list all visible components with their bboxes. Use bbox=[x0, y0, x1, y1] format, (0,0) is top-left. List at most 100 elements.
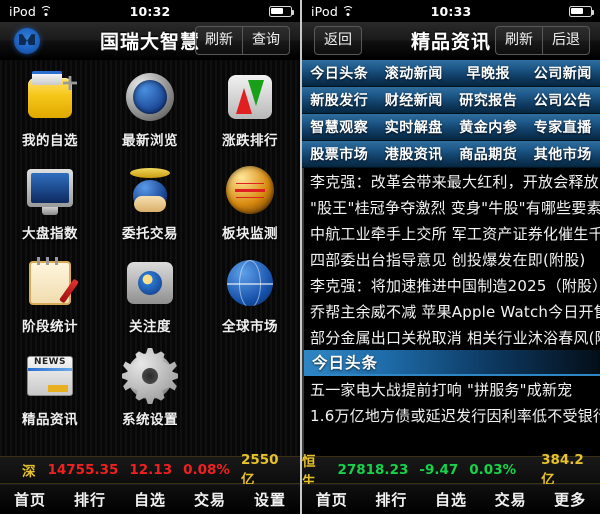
status-bar-time: 10:33 bbox=[430, 3, 472, 19]
globe-icon bbox=[224, 257, 276, 309]
category-row: 新股发行 财经新闻 研究报告 公司公告 bbox=[302, 87, 600, 114]
bottom-tab-bar: 首页 排行 自选 交易 更多 bbox=[302, 484, 600, 514]
news-icon-text: NEWS bbox=[33, 357, 67, 367]
news-list-item[interactable]: 乔帮主余威不减 苹果Apple Watch今日开售 bbox=[304, 298, 600, 324]
handshake-icon bbox=[124, 164, 176, 216]
back-button[interactable]: 返回 bbox=[314, 26, 362, 55]
ticker-amount-value: 384.2亿 bbox=[541, 452, 584, 488]
news-list-item[interactable]: "股王"桂冠争夺激烈 变身"牛股"有哪些要素？ bbox=[304, 194, 600, 220]
grid-item-label: 大盘指数 bbox=[22, 226, 78, 242]
grid-item-label: 全球市场 bbox=[222, 319, 278, 335]
status-bar-time: 10:32 bbox=[129, 3, 171, 19]
grid-item-empty bbox=[200, 345, 300, 438]
ticker-market-label: 深 bbox=[22, 464, 36, 480]
bottom-tab-bar: 首页 排行 自选 交易 设置 bbox=[0, 484, 300, 514]
grid-item-label: 系统设置 bbox=[122, 412, 178, 428]
grid-item-trading[interactable]: 委托交易 bbox=[100, 159, 200, 252]
grid-item-my-watchlist[interactable]: 我的自选 bbox=[0, 66, 100, 159]
grid-item-label: 我的自选 bbox=[22, 133, 78, 149]
tab-trade[interactable]: 交易 bbox=[180, 485, 240, 514]
refresh-button[interactable]: 刷新 bbox=[495, 26, 542, 55]
grid-item-label: 最新浏览 bbox=[122, 133, 178, 149]
category-company-news[interactable]: 公司新闻 bbox=[526, 60, 600, 86]
category-other-markets[interactable]: 其他市场 bbox=[526, 141, 600, 167]
tab-watchlist[interactable]: 自选 bbox=[421, 485, 481, 514]
category-today-headlines[interactable]: 今日头条 bbox=[302, 60, 377, 86]
news-section-header: 今日头条 bbox=[304, 350, 600, 376]
ticker-index-value: 14755.35 bbox=[47, 462, 119, 478]
tab-home[interactable]: 首页 bbox=[0, 485, 60, 514]
ticker-percent-value: 0.03% bbox=[469, 462, 517, 478]
category-hk-stock-news[interactable]: 港股资讯 bbox=[377, 141, 452, 167]
news-list-item[interactable]: 四部委出台指导意见 创投爆发在即(附股) bbox=[304, 246, 600, 272]
grid-item-attention[interactable]: 关注度 bbox=[100, 252, 200, 345]
category-company-announcement[interactable]: 公司公告 bbox=[526, 87, 600, 113]
status-bar: iPod 10:33 bbox=[302, 0, 600, 22]
grid-item-label: 委托交易 bbox=[122, 226, 178, 242]
news-list-item[interactable]: 部分金属出口关税取消 相关行业沐浴春风(附 bbox=[304, 324, 600, 350]
ticker-percent-value: 0.08% bbox=[183, 462, 230, 478]
grid-item-label: 板块监测 bbox=[222, 226, 278, 242]
up-down-arrow-icon bbox=[224, 71, 276, 123]
nav-button-group: 刷新 查询 bbox=[195, 26, 290, 55]
category-realtime-analysis[interactable]: 实时解盘 bbox=[377, 114, 452, 140]
nav-button-group: 刷新 后退 bbox=[495, 26, 590, 55]
news-list-item[interactable]: 中航工业牵手上交所 军工资产证券化催生千 bbox=[304, 220, 600, 246]
grid-item-premium-news[interactable]: NEWS 精品资讯 bbox=[0, 345, 100, 438]
query-button[interactable]: 查询 bbox=[242, 26, 290, 55]
index-ticker[interactable]: 深 14755.35 12.13 0.08% 2550亿 bbox=[0, 452, 300, 488]
category-gold-insider[interactable]: 黄金内参 bbox=[451, 114, 526, 140]
category-financial-news[interactable]: 财经新闻 bbox=[377, 87, 452, 113]
category-row: 今日头条 滚动新闻 早晚报 公司新闻 bbox=[302, 60, 600, 87]
tab-ranking[interactable]: 排行 bbox=[362, 485, 422, 514]
category-new-share-issue[interactable]: 新股发行 bbox=[302, 87, 377, 113]
grid-item-sector-monitor[interactable]: 板块监测 bbox=[200, 159, 300, 252]
app-grid: 我的自选 最新浏览 涨跌排行 大盘指数 委托交易 板块监测 阶段统计 关注度 全… bbox=[0, 60, 300, 438]
category-stock-market[interactable]: 股票市场 bbox=[302, 141, 377, 167]
notepad-pencil-icon bbox=[24, 257, 76, 309]
grid-item-label: 精品资讯 bbox=[22, 412, 78, 428]
app-grid-container: 我的自选 最新浏览 涨跌排行 大盘指数 委托交易 板块监测 阶段统计 关注度 全… bbox=[0, 60, 300, 456]
category-commodity-futures[interactable]: 商品期货 bbox=[451, 141, 526, 167]
tab-ranking[interactable]: 排行 bbox=[60, 485, 120, 514]
nav-bar: 返回 精品资讯 刷新 后退 bbox=[302, 22, 600, 60]
grid-item-settings[interactable]: 系统设置 bbox=[100, 345, 200, 438]
news-list-item[interactable]: 李克强：将加速推进中国制造2025（附股） bbox=[304, 272, 600, 298]
grid-item-market-index[interactable]: 大盘指数 bbox=[0, 159, 100, 252]
category-tab-grid: 今日头条 滚动新闻 早晚报 公司新闻 新股发行 财经新闻 研究报告 公司公告 智… bbox=[302, 60, 600, 168]
category-row: 智慧观察 实时解盘 黄金内参 专家直播 bbox=[302, 114, 600, 141]
battery-icon bbox=[269, 5, 295, 17]
category-morning-evening-paper[interactable]: 早晚报 bbox=[451, 60, 526, 86]
category-smart-observation[interactable]: 智慧观察 bbox=[302, 114, 377, 140]
news-list-item[interactable]: 五一家电大战提前打响 "拼服务"成新宠 bbox=[304, 376, 600, 402]
tab-more[interactable]: 更多 bbox=[540, 485, 600, 514]
grid-item-recent-browse[interactable]: 最新浏览 bbox=[100, 66, 200, 159]
back-nav-button[interactable]: 后退 bbox=[542, 26, 590, 55]
grid-item-gainers-losers[interactable]: 涨跌排行 bbox=[200, 66, 300, 159]
category-rolling-news[interactable]: 滚动新闻 bbox=[377, 60, 452, 86]
tab-watchlist[interactable]: 自选 bbox=[120, 485, 180, 514]
index-ticker[interactable]: 恒生 27818.23 -9.47 0.03% 384.2亿 bbox=[302, 452, 600, 490]
news-list-item[interactable]: 李克强：改革会带来最大红利，开放会释放 bbox=[304, 168, 600, 194]
compass-icon bbox=[124, 71, 176, 123]
battery-icon bbox=[569, 5, 595, 17]
status-bar: iPod 10:32 bbox=[0, 0, 300, 22]
tab-home[interactable]: 首页 bbox=[302, 485, 362, 514]
ticker-index-value: 27818.23 bbox=[337, 462, 409, 478]
news-list-item[interactable]: 1.6万亿地方债或延迟发行因利率低不受银行 bbox=[304, 402, 600, 428]
left-phone-screen: iPod 10:32 国瑞大智慧 刷新 查询 我的自选 最新浏览 涨跌排行 大盘… bbox=[0, 0, 300, 514]
category-expert-live[interactable]: 专家直播 bbox=[526, 114, 600, 140]
grid-item-global-market[interactable]: 全球市场 bbox=[200, 252, 300, 345]
grid-item-label: 关注度 bbox=[129, 319, 171, 335]
right-phone-screen: iPod 10:33 返回 精品资讯 刷新 后退 今日头条 滚动新闻 早晚报 公… bbox=[300, 0, 600, 514]
eye-icon bbox=[124, 257, 176, 309]
category-research-report[interactable]: 研究报告 bbox=[451, 87, 526, 113]
news-list[interactable]: 李克强：改革会带来最大红利，开放会释放 "股王"桂冠争夺激烈 变身"牛股"有哪些… bbox=[302, 168, 600, 456]
dual-screenshot: iPod 10:32 国瑞大智慧 刷新 查询 我的自选 最新浏览 涨跌排行 大盘… bbox=[0, 0, 600, 514]
grid-item-period-statistics[interactable]: 阶段统计 bbox=[0, 252, 100, 345]
grid-item-label: 阶段统计 bbox=[22, 319, 78, 335]
tab-settings[interactable]: 设置 bbox=[240, 485, 300, 514]
tab-trade[interactable]: 交易 bbox=[481, 485, 541, 514]
refresh-button[interactable]: 刷新 bbox=[195, 26, 242, 55]
grid-item-label: 涨跌排行 bbox=[222, 133, 278, 149]
